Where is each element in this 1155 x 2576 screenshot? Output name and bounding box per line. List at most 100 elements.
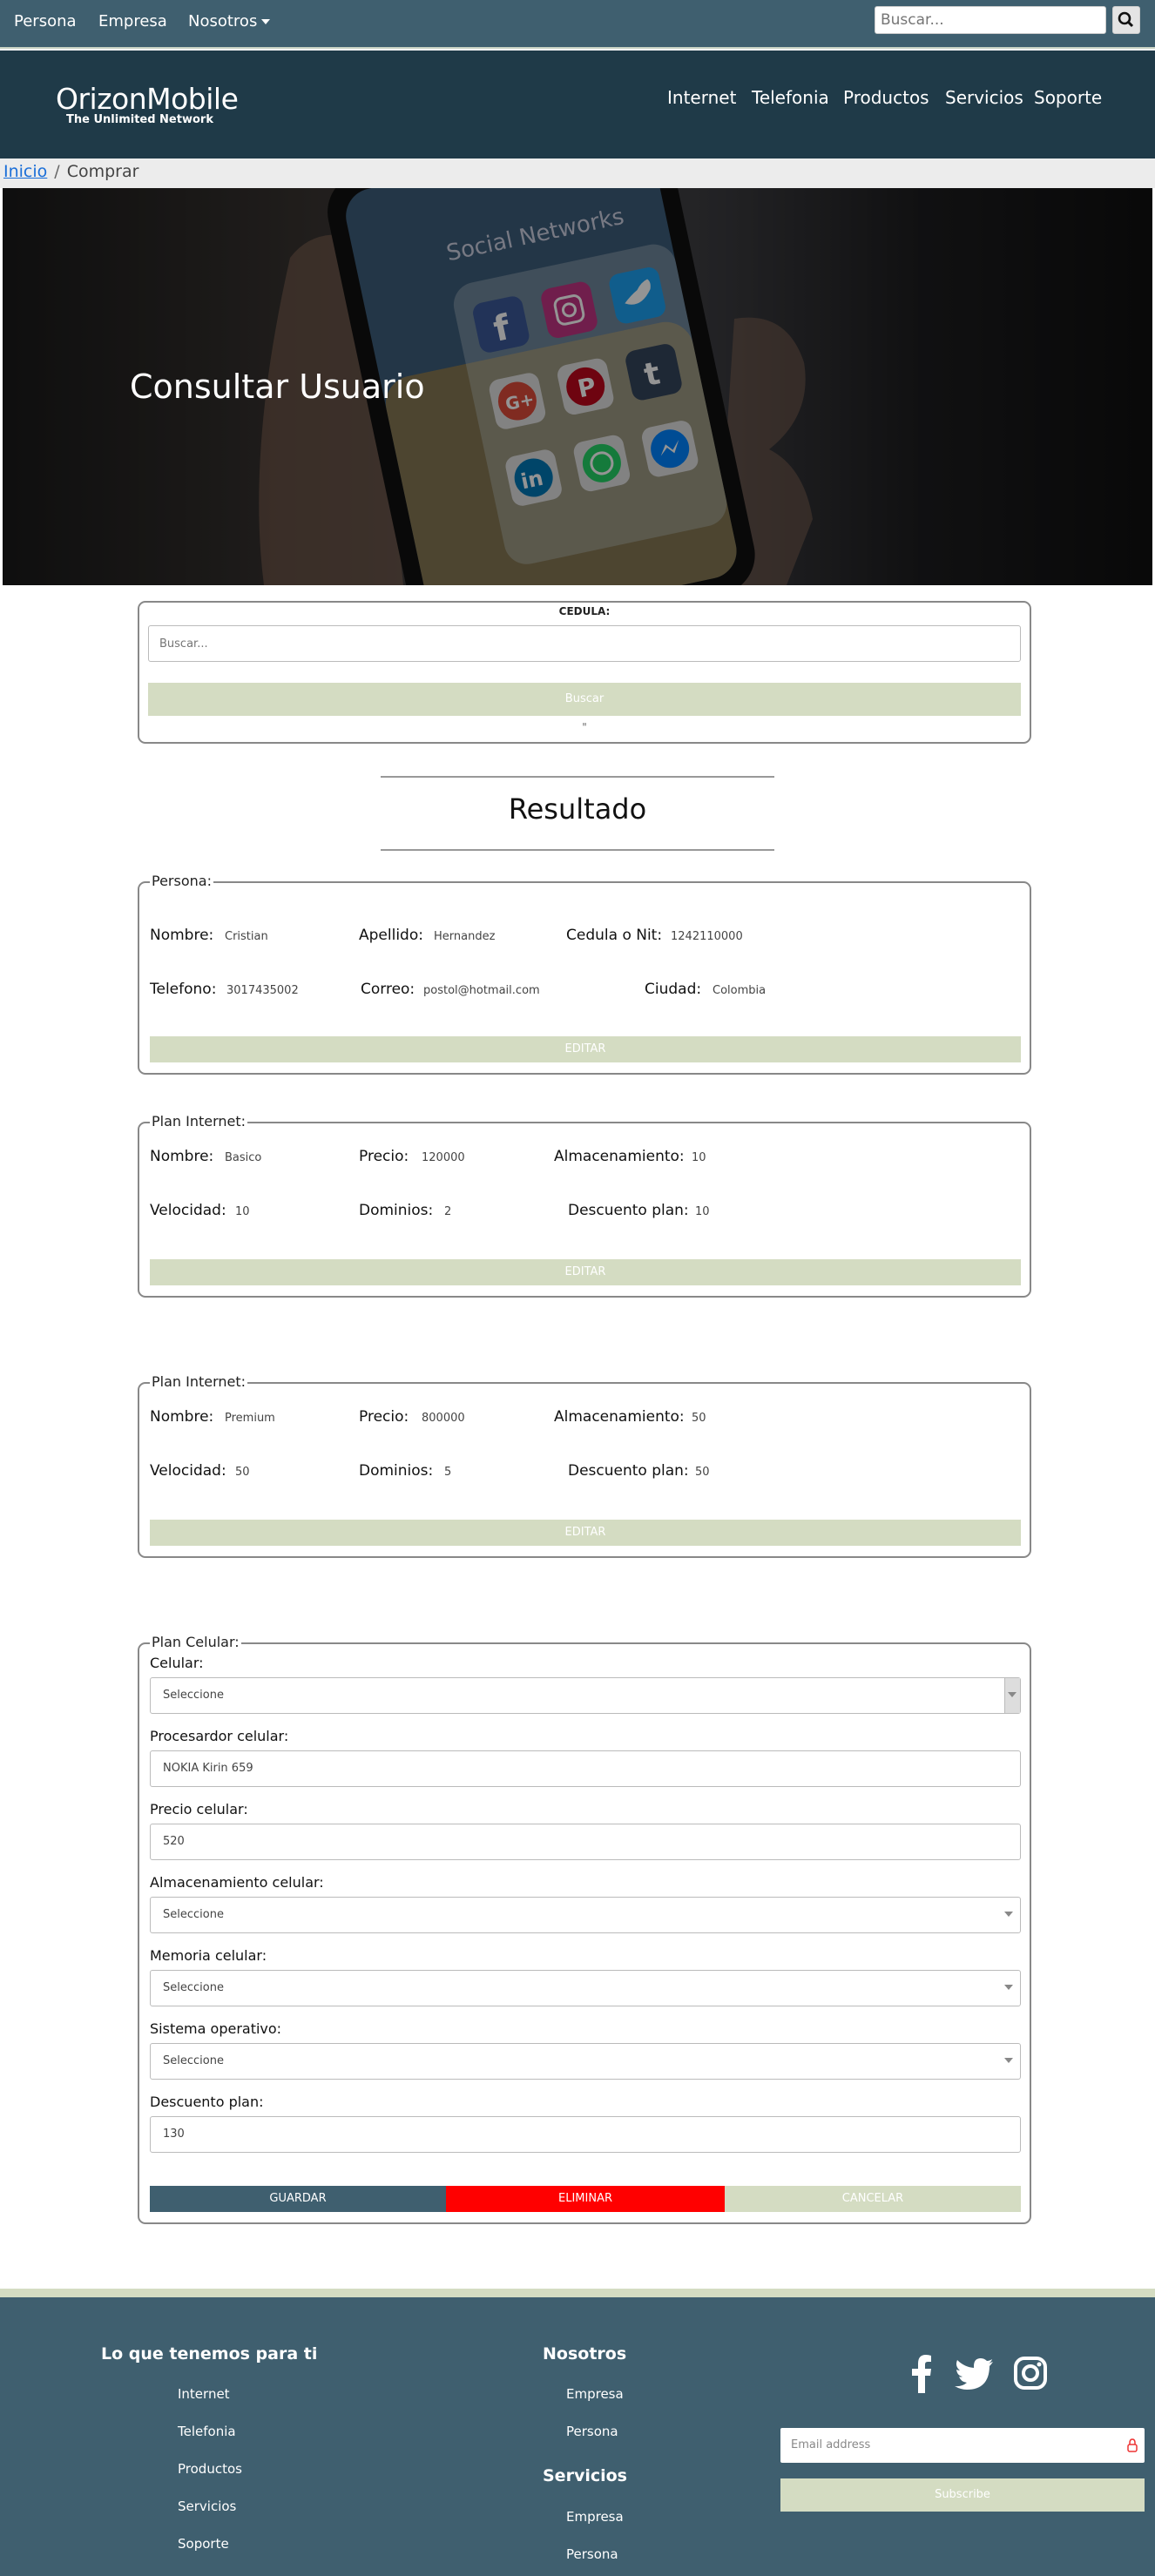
telefono-label: Telefono:: [150, 981, 217, 998]
breadcrumb: Inicio / Comprar: [0, 158, 1155, 188]
top-search-button[interactable]: [1112, 6, 1140, 34]
chevron-down-icon: [1004, 1912, 1013, 1917]
nav-servicios[interactable]: Servicios: [945, 87, 1023, 108]
plan2-alm-label: Almacenamiento:: [554, 1408, 685, 1426]
footer-link-soporte[interactable]: Soporte: [178, 2536, 229, 2552]
footer-email-input[interactable]: Email address: [780, 2428, 1145, 2463]
celular-legend: Plan Celular:: [150, 1634, 241, 1650]
plan1-nombre-value: Basico: [225, 1151, 262, 1164]
memoria-label: Memoria celular:: [150, 1947, 267, 1964]
plan1-alm-label: Almacenamiento:: [554, 1148, 685, 1165]
footer-link-servicios[interactable]: Servicios: [178, 2498, 236, 2514]
search-icon: [1118, 11, 1134, 28]
procesador-field[interactable]: NOKIA Kirin 659: [150, 1750, 1021, 1787]
cedula-search-input[interactable]: [148, 625, 1021, 662]
almacenamiento-label: Almacenamiento celular:: [150, 1874, 324, 1891]
guardar-button[interactable]: GUARDAR: [150, 2186, 446, 2212]
footer-link-telefonia[interactable]: Telefonia: [178, 2424, 236, 2439]
plan2-dom-label: Dominios:: [359, 1462, 434, 1480]
breadcrumb-separator: /: [54, 162, 60, 181]
plan2-desc-label: Descuento plan:: [568, 1462, 689, 1480]
footer-nosotros-empresa[interactable]: Empresa: [566, 2386, 624, 2402]
result-title: Resultado: [508, 792, 647, 826]
logo-tagline: The Unlimited Network: [66, 113, 213, 126]
site-header: OrizonMobile The Unlimited Network Inter…: [0, 51, 1155, 158]
correo-label: Correo:: [361, 981, 415, 998]
memoria-select[interactable]: Seleccione: [150, 1970, 1021, 2006]
plan1-precio-label: Precio:: [359, 1148, 409, 1165]
plan2-alm-value: 50: [692, 1412, 706, 1425]
plan1-precio-value: 120000: [422, 1151, 465, 1164]
nav-internet[interactable]: Internet: [667, 87, 736, 108]
persona-legend: Persona:: [150, 873, 213, 889]
chevron-down-icon: [1004, 1985, 1013, 1990]
plan2-nombre-label: Nombre:: [150, 1408, 214, 1426]
cedula-value: 1242110000: [671, 930, 743, 943]
sistema-operativo-select[interactable]: Seleccione: [150, 2043, 1021, 2080]
plan2-legend: Plan Internet:: [150, 1373, 248, 1390]
cedula-label: Cedula o Nit:: [566, 927, 663, 944]
precio-celular-field[interactable]: 520: [150, 1824, 1021, 1860]
nav-productos[interactable]: Productos: [843, 87, 929, 108]
search-card: CEDULA: Buscar ": [138, 601, 1031, 744]
chevron-down-icon: [1008, 1692, 1017, 1697]
plan1-editar-button[interactable]: EDITAR: [150, 1259, 1021, 1285]
footer-servicios-empresa[interactable]: Empresa: [566, 2509, 624, 2525]
footer-nosotros-persona[interactable]: Persona: [566, 2424, 618, 2439]
plan-celular-card: Plan Celular: Celular: Seleccione Proces…: [138, 1634, 1031, 2224]
hero-title: Consultar Usuario: [130, 368, 425, 406]
chevron-down-icon: [1004, 2058, 1013, 2063]
result-divider-top: [381, 776, 774, 778]
persona-editar-button[interactable]: EDITAR: [150, 1036, 1021, 1062]
facebook-icon[interactable]: [911, 2355, 932, 2393]
plan-internet-card-2: Plan Internet: Nombre: Premium Precio: 8…: [138, 1373, 1031, 1558]
plan2-precio-value: 800000: [422, 1412, 465, 1425]
precio-celular-label: Precio celular:: [150, 1801, 248, 1817]
eliminar-button[interactable]: ELIMINAR: [446, 2186, 725, 2212]
plan1-desc-value: 10: [695, 1205, 710, 1218]
telefono-value: 3017435002: [226, 984, 299, 997]
plan1-dom-label: Dominios:: [359, 1202, 434, 1219]
subscribe-button[interactable]: Subscribe: [780, 2478, 1145, 2512]
buscar-button[interactable]: Buscar: [148, 683, 1021, 716]
top-dropdown-label: Nosotros: [188, 12, 258, 30]
nav-telefonia[interactable]: Telefonia: [752, 87, 829, 108]
twitter-icon[interactable]: [955, 2358, 993, 2390]
plan2-vel-value: 50: [235, 1466, 250, 1479]
footer-link-internet[interactable]: Internet: [178, 2386, 230, 2402]
plan1-vel-value: 10: [235, 1205, 250, 1218]
logo[interactable]: OrizonMobile: [56, 82, 239, 116]
persona-card: Persona: Nombre: Cristian Apellido: Hern…: [138, 873, 1031, 1075]
top-dropdown-nosotros[interactable]: Nosotros: [188, 12, 271, 30]
top-search-input[interactable]: [875, 6, 1106, 34]
nombre-label: Nombre:: [150, 927, 214, 944]
select-spinner: [1004, 1678, 1020, 1713]
descuento-label: Descuento plan:: [150, 2094, 264, 2110]
celular-select[interactable]: Seleccione: [150, 1677, 1021, 1714]
top-link-persona[interactable]: Persona: [14, 12, 77, 30]
ciudad-label: Ciudad:: [645, 981, 702, 998]
celular-label: Celular:: [150, 1655, 204, 1671]
email-placeholder: Email address: [791, 2438, 871, 2451]
top-bar: Persona Empresa Nosotros: [0, 0, 1155, 49]
almacenamiento-select[interactable]: Seleccione: [150, 1897, 1021, 1933]
footer-link-productos[interactable]: Productos: [178, 2461, 242, 2477]
apellido-value: Hernandez: [434, 930, 496, 943]
plan1-dom-value: 2: [444, 1205, 452, 1218]
cancelar-button[interactable]: CANCELAR: [725, 2186, 1021, 2212]
instagram-icon[interactable]: [1014, 2357, 1047, 2390]
plan1-nombre-label: Nombre:: [150, 1148, 214, 1165]
hero-banner: Social Networks f G+ P t in Consultar Us…: [3, 188, 1152, 585]
breadcrumb-home-link[interactable]: Inicio: [3, 162, 47, 181]
plan2-desc-value: 50: [695, 1466, 710, 1479]
top-link-empresa[interactable]: Empresa: [98, 12, 167, 30]
site-footer: Lo que tenemos para ti Internet Telefoni…: [0, 2289, 1155, 2576]
plan1-vel-label: Velocidad:: [150, 1202, 226, 1219]
plan2-dom-value: 5: [444, 1466, 452, 1479]
nav-soporte[interactable]: Soporte: [1034, 87, 1102, 108]
footer-servicios-persona[interactable]: Persona: [566, 2546, 618, 2562]
plan2-editar-button[interactable]: EDITAR: [150, 1520, 1021, 1546]
descuento-field[interactable]: 130: [150, 2116, 1021, 2153]
apellido-label: Apellido:: [359, 927, 423, 944]
celular-select-value: Seleccione: [163, 1689, 224, 1702]
